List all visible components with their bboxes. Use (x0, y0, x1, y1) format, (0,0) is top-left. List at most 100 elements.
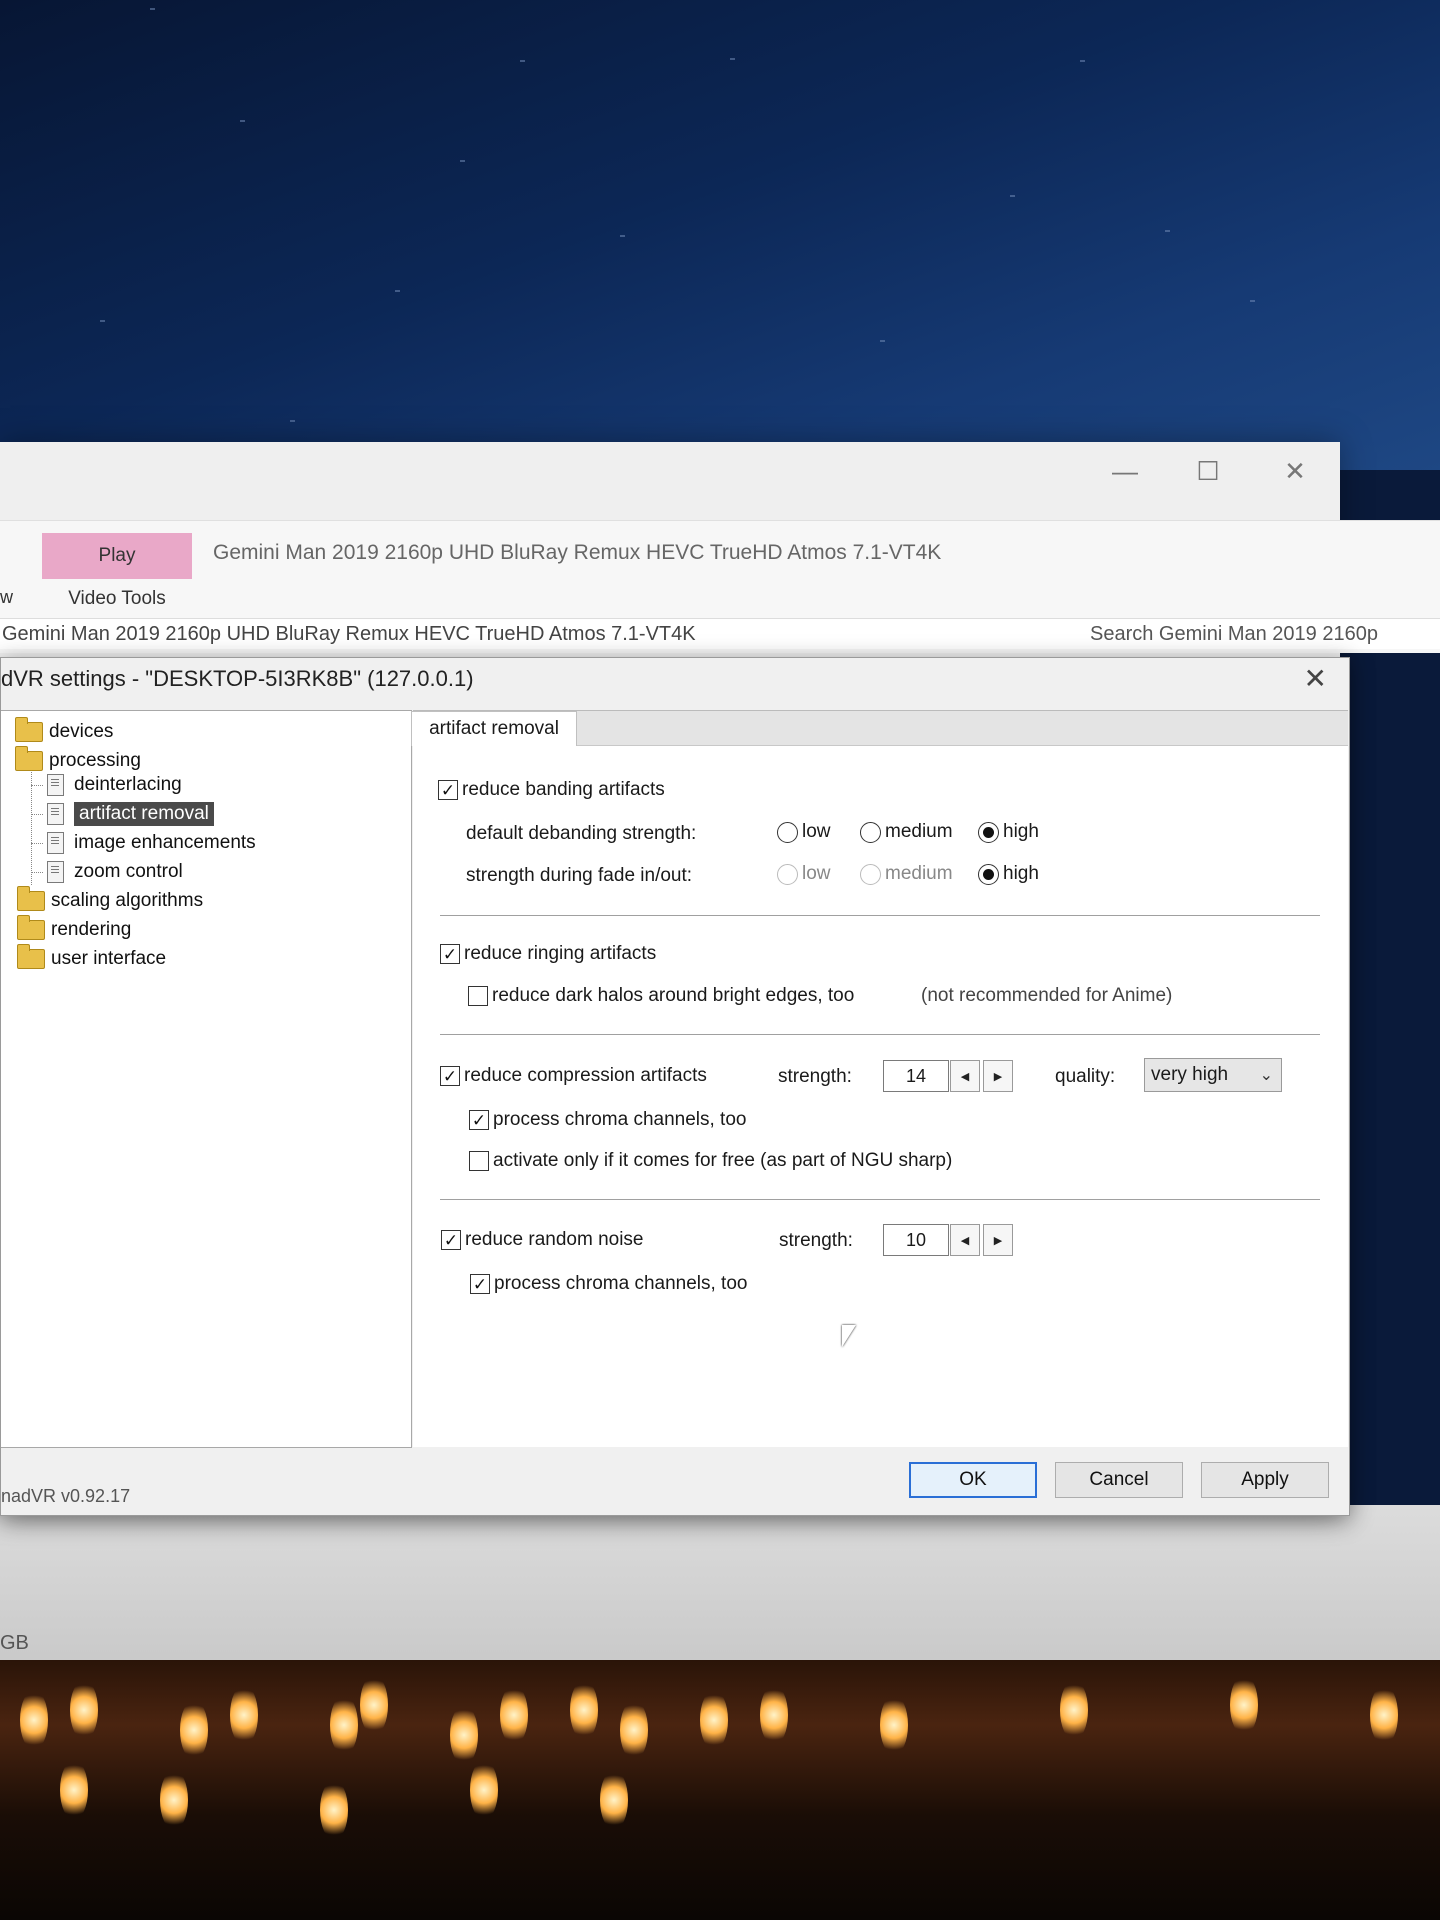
ribbon-tab-play[interactable]: Play (42, 533, 192, 579)
folder-icon (17, 886, 45, 911)
radio-label: high (1003, 863, 1039, 884)
compression-strength-input[interactable]: 14 (883, 1060, 949, 1092)
star-speck (290, 420, 295, 422)
tree-item-label: scaling algorithms (51, 890, 204, 911)
radio-circle (860, 821, 881, 843)
noise-strength-increment[interactable]: ▶ (983, 1224, 1013, 1256)
compression-strength-decrement[interactable]: ◀ (950, 1060, 980, 1092)
star-speck (1165, 230, 1170, 232)
radio-circle (860, 863, 881, 885)
star-speck (1010, 195, 1015, 197)
quality-label: quality: (1055, 1066, 1116, 1087)
city-light (470, 1760, 498, 1820)
compression-chroma-checkbox[interactable]: ✓ process chroma channels, too (469, 1109, 746, 1131)
chevron-down-icon: ⌄ (1259, 1067, 1273, 1084)
ribbon-tab-view[interactable]: w (0, 587, 13, 608)
default-strength-low-radio[interactable]: low (777, 821, 831, 843)
city-light (320, 1780, 348, 1840)
star-speck (395, 290, 400, 292)
mouse-cursor-icon (842, 1325, 856, 1347)
city-light (330, 1695, 358, 1755)
fade-strength-medium-radio[interactable]: medium (860, 863, 953, 885)
checkbox-box: ✓ (440, 1066, 460, 1086)
reduce-ringing-label: reduce ringing artifacts (464, 943, 657, 964)
desktop-wallpaper-sky (0, 0, 1440, 470)
tree-item-zoom-control[interactable]: zoom control (47, 859, 183, 885)
tree-item-label: processing (49, 750, 141, 771)
radio-label: medium (885, 821, 953, 842)
radio-label: low (802, 821, 831, 842)
compression-strength-increment[interactable]: ▶ (983, 1060, 1013, 1092)
noise-strength-decrement[interactable]: ◀ (950, 1224, 980, 1256)
cancel-button[interactable]: Cancel (1055, 1462, 1183, 1498)
tab-artifact-removal[interactable]: artifact removal (411, 711, 577, 746)
fade-strength-high-radio[interactable]: high (978, 863, 1039, 885)
default-strength-high-radio[interactable]: high (978, 821, 1039, 843)
anime-note: (not recommended for Anime) (921, 985, 1173, 1006)
quality-select[interactable]: very high ⌄ (1144, 1058, 1282, 1092)
radio-circle-selected (978, 863, 999, 885)
reduce-noise-label: reduce random noise (465, 1229, 644, 1250)
page-icon (47, 861, 64, 883)
tree-item-label: artifact removal (74, 802, 214, 826)
star-speck (460, 160, 465, 162)
monitor-bezel-area (0, 1505, 1440, 1665)
apply-button[interactable]: Apply (1201, 1462, 1329, 1498)
fade-strength-label: strength during fade in/out: (466, 865, 693, 886)
reduce-dark-halos-checkbox[interactable]: reduce dark halos around bright edges, t… (468, 985, 854, 1007)
reduce-compression-checkbox[interactable]: ✓ reduce compression artifacts (440, 1065, 707, 1087)
check-icon: ✓ (440, 780, 456, 800)
tree-connector (31, 763, 32, 885)
tree-item-processing[interactable]: processing (15, 746, 141, 774)
default-strength-medium-radio[interactable]: medium (860, 821, 953, 843)
radio-dot-icon (983, 826, 994, 838)
check-icon: ✓ (471, 1110, 487, 1130)
tree-item-rendering[interactable]: rendering (17, 915, 131, 943)
settings-tree: devices processing deinterlacing artifac… (1, 710, 412, 1448)
noise-chroma-checkbox[interactable]: ✓ process chroma channels, too (470, 1273, 747, 1295)
maximize-icon[interactable]: ☐ (1188, 456, 1228, 487)
tree-item-deinterlacing[interactable]: deinterlacing (47, 772, 182, 798)
reduce-noise-checkbox[interactable]: ✓ reduce random noise (441, 1229, 644, 1251)
page-icon (47, 803, 64, 825)
noise-strength-label: strength: (779, 1230, 853, 1251)
dialog-close-icon[interactable]: ✕ (1304, 662, 1327, 695)
search-box[interactable]: Search Gemini Man 2019 2160p (1090, 623, 1378, 646)
radio-label: low (802, 863, 831, 884)
tree-item-label: devices (49, 721, 114, 742)
reduce-dark-halos-label: reduce dark halos around bright edges, t… (492, 985, 855, 1006)
activate-if-free-checkbox[interactable]: activate only if it comes for free (as p… (469, 1150, 952, 1172)
ok-button[interactable]: OK (909, 1462, 1037, 1498)
city-light (600, 1770, 628, 1830)
city-light (620, 1700, 648, 1760)
tree-item-devices[interactable]: devices (15, 717, 114, 745)
minimize-icon[interactable]: — (1105, 456, 1145, 487)
city-light (880, 1695, 908, 1755)
star-speck (620, 235, 625, 237)
city-light (180, 1700, 208, 1760)
tree-item-user-interface[interactable]: user interface (17, 944, 166, 972)
close-icon[interactable]: ✕ (1275, 456, 1315, 487)
radio-label: high (1003, 821, 1039, 842)
address-bar-row: Gemini Man 2019 2160p UHD BluRay Remux H… (0, 618, 1440, 649)
checkbox-box: ✓ (440, 944, 460, 964)
ribbon-tab-video-tools[interactable]: Video Tools (42, 579, 192, 619)
compression-strength-label: strength: (778, 1066, 852, 1087)
tree-item-artifact-removal[interactable]: artifact removal (47, 801, 214, 827)
reduce-ringing-checkbox[interactable]: ✓ reduce ringing artifacts (440, 943, 656, 965)
checkbox-box (468, 986, 488, 1006)
reduce-banding-checkbox[interactable]: ✓ reduce banding artifacts (438, 779, 665, 801)
address-bar[interactable]: Gemini Man 2019 2160p UHD BluRay Remux H… (2, 623, 696, 646)
tree-item-scaling-algorithms[interactable]: scaling algorithms (17, 886, 204, 914)
tree-item-image-enhancements[interactable]: image enhancements (47, 830, 256, 856)
star-speck (1080, 60, 1085, 62)
fade-strength-low-radio[interactable]: low (777, 863, 831, 885)
madvr-settings-dialog: dVR settings - "DESKTOP-5I3RK8B" (127.0.… (0, 657, 1350, 1516)
page-icon (47, 774, 64, 796)
city-light (1230, 1675, 1258, 1735)
activate-if-free-label: activate only if it comes for free (as p… (493, 1150, 953, 1171)
check-icon: ✓ (472, 1274, 488, 1294)
noise-strength-input[interactable]: 10 (883, 1224, 949, 1256)
city-light (230, 1685, 258, 1745)
madvr-version: nadVR v0.92.17 (1, 1486, 131, 1506)
